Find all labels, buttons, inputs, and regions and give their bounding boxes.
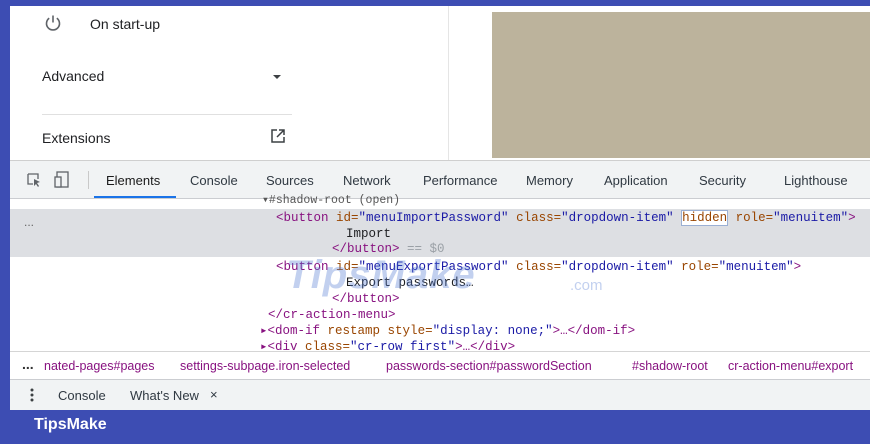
device-toolbar-icon[interactable]	[54, 171, 70, 189]
tab-sources[interactable]: Sources	[266, 173, 314, 188]
chevron-down-icon	[272, 74, 282, 80]
extensions-label: Extensions	[42, 130, 111, 146]
breadcrumb-item[interactable]: passwords-section#passwordSection	[386, 359, 592, 373]
drawer-tab-whats-new[interactable]: What's New	[130, 388, 199, 403]
drawer-menu-icon[interactable]	[30, 388, 34, 402]
watermark-logo: TipsMake	[286, 253, 476, 297]
settings-page: On start-up Advanced Extensions	[10, 6, 870, 160]
devtools-tabbar: Elements Console Sources Network Perform…	[10, 161, 870, 199]
tab-lighthouse[interactable]: Lighthouse	[784, 173, 848, 188]
extensions-link[interactable]: Extensions	[42, 129, 285, 146]
watermark-domain: .com	[570, 277, 603, 294]
site-brand: TipsMake	[34, 416, 107, 433]
hidden-attribute[interactable]: hidden	[681, 210, 729, 226]
tab-performance[interactable]: Performance	[423, 173, 497, 188]
external-link-icon	[270, 128, 286, 144]
advanced-label: Advanced	[42, 68, 105, 84]
tabbar-separator	[88, 171, 89, 189]
page-edge-divider	[448, 6, 449, 160]
on-startup-label: On start-up	[90, 16, 161, 32]
tab-console[interactable]: Console	[190, 173, 238, 188]
active-tab-indicator	[94, 196, 176, 198]
preview-panel	[492, 12, 870, 158]
dom-node-dom-if[interactable]: ▸<dom-if restamp style="display: none;">…	[260, 323, 635, 339]
dom-node-action-menu-close[interactable]: </cr-action-menu>	[268, 307, 396, 323]
dom-node-import-button[interactable]: <button id="menuImportPassword" class="d…	[276, 210, 856, 226]
power-icon	[44, 14, 62, 32]
close-icon[interactable]: ×	[210, 387, 218, 402]
breadcrumb-item[interactable]: cr-action-menu#export	[728, 359, 853, 373]
node-actions-dots[interactable]: ...	[24, 215, 34, 229]
breadcrumb: ... nated-pages#pages settings-subpage.i…	[10, 351, 870, 379]
breadcrumb-item[interactable]: #shadow-root	[632, 359, 708, 373]
dom-text-import[interactable]: Import	[346, 226, 391, 242]
inspect-element-icon[interactable]	[26, 172, 42, 188]
devtools-panel: Elements Console Sources Network Perform…	[10, 160, 870, 410]
tab-application[interactable]: Application	[604, 173, 668, 188]
breadcrumb-item[interactable]: nated-pages#pages	[44, 359, 155, 373]
tab-network[interactable]: Network	[343, 173, 391, 188]
breadcrumb-overflow[interactable]: ...	[22, 356, 34, 372]
tab-elements[interactable]: Elements	[106, 173, 160, 188]
tab-memory[interactable]: Memory	[526, 173, 573, 188]
shadow-root-node[interactable]: ▾#shadow-root (open)	[262, 193, 400, 209]
advanced-section-toggle[interactable]: Advanced	[42, 68, 282, 84]
drawer-tab-console[interactable]: Console	[58, 388, 106, 403]
dom-tree: ... ▾#shadow-root (open) <button id="men…	[10, 194, 870, 354]
section-divider	[42, 114, 292, 115]
breadcrumb-item[interactable]: settings-subpage.iron-selected	[180, 359, 350, 373]
browser-window: On start-up Advanced Extensions Elements…	[10, 6, 870, 410]
tab-security[interactable]: Security	[699, 173, 746, 188]
devtools-drawer: Console What's New ×	[10, 379, 870, 410]
